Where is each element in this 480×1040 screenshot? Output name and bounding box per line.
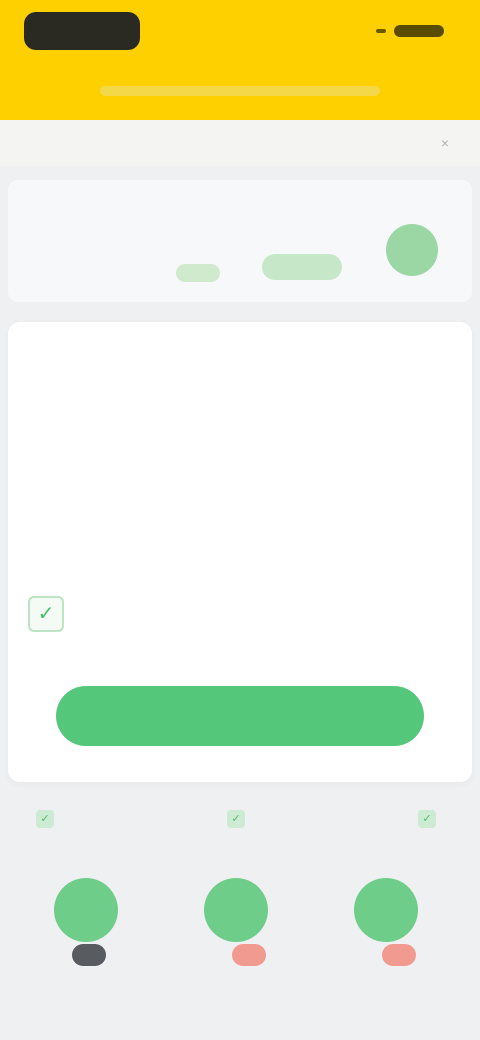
check-icon: ✓ bbox=[227, 810, 245, 828]
check-icon: ✓ bbox=[36, 810, 54, 828]
confirm-checkbox[interactable]: ✓ bbox=[28, 596, 64, 632]
info-note bbox=[28, 536, 34, 550]
app-avatar bbox=[354, 878, 418, 942]
feature-item bbox=[38, 477, 318, 502]
feature-item bbox=[38, 402, 318, 427]
discount-badge bbox=[176, 264, 220, 282]
rating-badge[interactable] bbox=[262, 254, 342, 280]
info-card: ✓ bbox=[8, 322, 472, 782]
app-cards bbox=[8, 852, 472, 1032]
price-card bbox=[8, 180, 472, 302]
feature-list bbox=[38, 402, 318, 527]
tab-2[interactable]: ✓ bbox=[227, 794, 253, 844]
header-subtitle-bar bbox=[100, 86, 380, 96]
notice-bar: × bbox=[0, 120, 480, 166]
feature-item bbox=[38, 502, 318, 527]
score-badge[interactable] bbox=[386, 224, 438, 276]
header-action-button[interactable] bbox=[394, 25, 444, 37]
close-icon[interactable]: × bbox=[436, 134, 454, 152]
app-header bbox=[0, 0, 480, 120]
app-badge bbox=[232, 944, 266, 966]
app-avatar bbox=[204, 878, 268, 942]
menu-icon bbox=[376, 29, 386, 33]
feature-tabs: ✓ ✓ ✓ bbox=[8, 794, 472, 844]
feature-item bbox=[38, 427, 318, 452]
check-icon: ✓ bbox=[418, 810, 436, 828]
app-card[interactable] bbox=[34, 852, 146, 1012]
brand-logo[interactable] bbox=[24, 12, 140, 50]
header-actions[interactable] bbox=[364, 22, 444, 40]
tab-3[interactable]: ✓ bbox=[418, 794, 444, 844]
confirm-row[interactable]: ✓ bbox=[28, 588, 448, 644]
app-card[interactable] bbox=[334, 852, 446, 1012]
primary-cta-button[interactable] bbox=[56, 686, 424, 746]
app-avatar bbox=[54, 878, 118, 942]
app-badge bbox=[72, 944, 106, 966]
feature-item bbox=[38, 452, 318, 477]
app-badge bbox=[382, 944, 416, 966]
tab-1[interactable]: ✓ bbox=[36, 794, 62, 844]
app-card[interactable] bbox=[184, 852, 296, 1012]
